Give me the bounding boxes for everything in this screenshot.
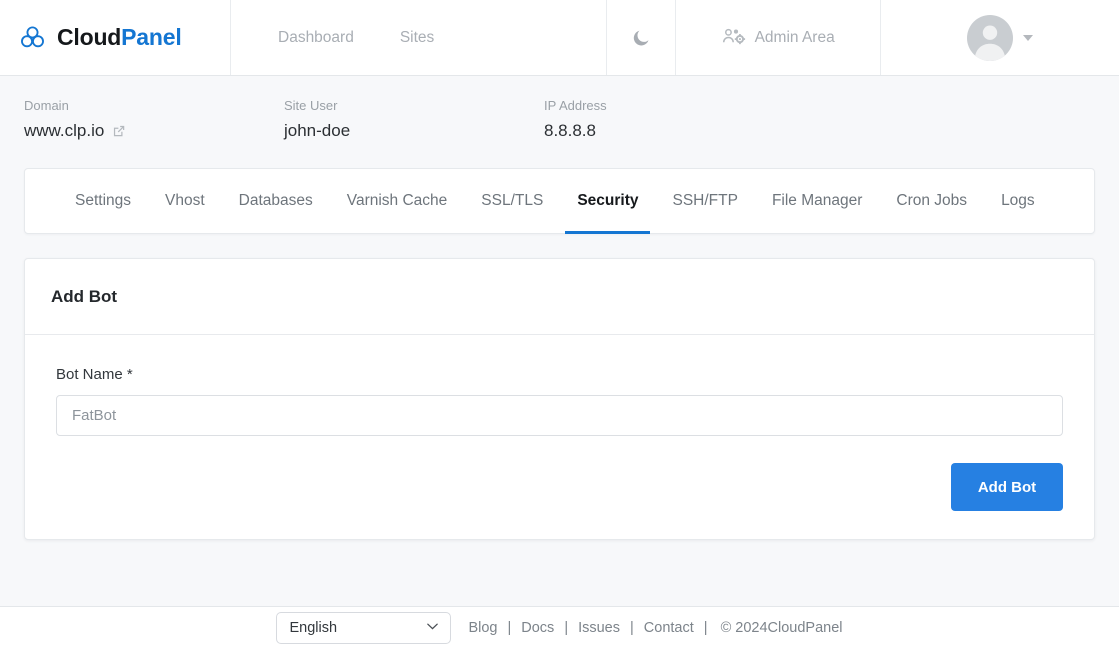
site-info-ip-address-label: IP Address (544, 98, 804, 113)
footer-separator: | (620, 620, 644, 636)
add-bot-form-actions: Add Bot (56, 463, 1063, 511)
brand-name-second: Panel (121, 24, 181, 50)
site-info-strip: Domain www.clp.io Site User john-doe IP … (0, 76, 1119, 141)
footer-copyright: © 2024 (718, 620, 768, 636)
site-info-domain-value-wrap: www.clp.io (24, 121, 284, 141)
tab-ssl-tls[interactable]: SSL/TLS (464, 169, 560, 233)
footer-copyright-name: CloudPanel (768, 620, 843, 636)
add-bot-card-header: Add Bot (25, 259, 1094, 335)
main-navigation: Dashboard Sites (231, 0, 607, 75)
site-info-domain-label: Domain (24, 98, 284, 113)
admin-area-label: Admin Area (755, 29, 835, 47)
brand-logo[interactable]: CloudPanel (0, 0, 231, 75)
add-bot-form: Bot Name * Add Bot (25, 335, 1094, 539)
users-gear-icon (722, 28, 746, 47)
page-footer: English Blog | Docs | Issues | Contact |… (0, 606, 1119, 649)
tab-cron-jobs[interactable]: Cron Jobs (879, 169, 984, 233)
bot-name-label: Bot Name * (56, 366, 1063, 383)
footer-link-docs[interactable]: Docs (521, 620, 554, 636)
footer-links: Blog | Docs | Issues | Contact | © 2024 … (468, 620, 842, 636)
user-avatar-icon (967, 15, 1013, 61)
tab-file-manager[interactable]: File Manager (755, 169, 879, 233)
footer-link-issues[interactable]: Issues (578, 620, 620, 636)
footer-separator: | (694, 620, 718, 636)
site-info-domain: Domain www.clp.io (24, 98, 284, 141)
tab-vhost[interactable]: Vhost (148, 169, 222, 233)
add-bot-card-title: Add Bot (51, 287, 117, 307)
user-menu[interactable] (881, 0, 1119, 75)
cloudpanel-circles-icon (19, 24, 46, 51)
nav-item-dashboard[interactable]: Dashboard (278, 29, 354, 47)
caret-down-icon (1023, 35, 1033, 41)
site-info-site-user-label: Site User (284, 98, 544, 113)
site-tabs: Settings Vhost Databases Varnish Cache S… (24, 168, 1095, 234)
site-info-domain-value: www.clp.io (24, 121, 104, 141)
top-bar: CloudPanel Dashboard Sites (0, 0, 1119, 76)
footer-separator: | (497, 620, 521, 636)
dark-mode-toggle[interactable] (607, 0, 676, 75)
tab-logs[interactable]: Logs (984, 169, 1052, 233)
site-info-ip-address: IP Address 8.8.8.8 (544, 98, 804, 141)
footer-link-contact[interactable]: Contact (644, 620, 694, 636)
tab-security[interactable]: Security (560, 169, 655, 233)
footer-link-blog[interactable]: Blog (468, 620, 497, 636)
tab-varnish-cache[interactable]: Varnish Cache (330, 169, 465, 233)
brand-name: CloudPanel (57, 24, 182, 51)
nav-item-sites[interactable]: Sites (400, 29, 434, 47)
site-info-site-user-value: john-doe (284, 121, 544, 141)
bot-name-input[interactable] (56, 395, 1063, 436)
moon-icon (631, 28, 651, 48)
tab-settings[interactable]: Settings (58, 169, 148, 233)
add-bot-card: Add Bot Bot Name * Add Bot (24, 258, 1095, 540)
tab-databases[interactable]: Databases (222, 169, 330, 233)
language-select-wrapper: English (276, 612, 451, 644)
brand-name-first: Cloud (57, 24, 121, 50)
site-info-site-user: Site User john-doe (284, 98, 544, 141)
admin-area-button[interactable]: Admin Area (676, 0, 881, 75)
footer-separator: | (554, 620, 578, 636)
external-link-icon[interactable] (112, 124, 126, 138)
site-info-ip-address-value: 8.8.8.8 (544, 121, 804, 141)
tab-ssh-ftp[interactable]: SSH/FTP (655, 169, 754, 233)
language-select[interactable]: English (276, 612, 451, 644)
add-bot-button[interactable]: Add Bot (951, 463, 1063, 511)
app-root: CloudPanel Dashboard Sites (0, 0, 1119, 649)
